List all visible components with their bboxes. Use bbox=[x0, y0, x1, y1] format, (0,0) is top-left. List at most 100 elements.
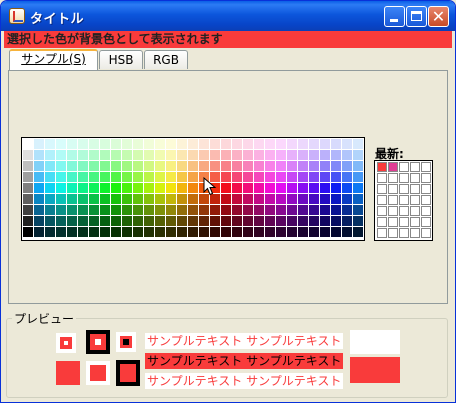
color-swatch[interactable] bbox=[34, 139, 45, 150]
color-swatch[interactable] bbox=[188, 172, 199, 183]
color-swatch[interactable] bbox=[45, 205, 56, 216]
color-swatch[interactable] bbox=[287, 150, 298, 161]
swatch-grid[interactable] bbox=[21, 137, 365, 241]
color-swatch[interactable] bbox=[232, 139, 243, 150]
color-swatch[interactable] bbox=[166, 216, 177, 227]
color-swatch[interactable] bbox=[67, 161, 78, 172]
color-swatch[interactable] bbox=[320, 194, 331, 205]
color-swatch[interactable] bbox=[254, 172, 265, 183]
color-swatch[interactable] bbox=[232, 161, 243, 172]
color-swatch[interactable] bbox=[67, 172, 78, 183]
color-swatch[interactable] bbox=[221, 227, 232, 238]
color-swatch[interactable] bbox=[265, 183, 276, 194]
color-swatch[interactable] bbox=[100, 172, 111, 183]
color-swatch[interactable] bbox=[221, 216, 232, 227]
color-swatch[interactable] bbox=[23, 139, 34, 150]
color-swatch[interactable] bbox=[56, 161, 67, 172]
color-swatch[interactable] bbox=[243, 161, 254, 172]
color-swatch[interactable] bbox=[155, 172, 166, 183]
color-swatch[interactable] bbox=[210, 150, 221, 161]
color-swatch[interactable] bbox=[276, 216, 287, 227]
color-swatch[interactable] bbox=[331, 161, 342, 172]
color-swatch[interactable] bbox=[78, 194, 89, 205]
color-swatch[interactable] bbox=[188, 227, 199, 238]
color-swatch[interactable] bbox=[353, 161, 364, 172]
color-swatch[interactable] bbox=[243, 172, 254, 183]
color-swatch[interactable] bbox=[177, 194, 188, 205]
color-swatch[interactable] bbox=[309, 227, 320, 238]
color-swatch[interactable] bbox=[166, 227, 177, 238]
color-swatch[interactable] bbox=[188, 150, 199, 161]
color-swatch[interactable] bbox=[188, 161, 199, 172]
color-swatch[interactable] bbox=[276, 150, 287, 161]
recent-swatch[interactable] bbox=[377, 195, 387, 205]
color-swatch[interactable] bbox=[23, 227, 34, 238]
color-swatch[interactable] bbox=[276, 205, 287, 216]
color-swatch[interactable] bbox=[144, 194, 155, 205]
close-button[interactable]: ✕ bbox=[428, 6, 449, 27]
color-swatch[interactable] bbox=[155, 161, 166, 172]
recent-swatch[interactable] bbox=[377, 162, 387, 172]
color-swatch[interactable] bbox=[210, 161, 221, 172]
color-swatch[interactable] bbox=[122, 227, 133, 238]
recent-swatch[interactable] bbox=[388, 228, 398, 238]
color-swatch[interactable] bbox=[155, 150, 166, 161]
color-swatch[interactable] bbox=[254, 205, 265, 216]
color-swatch[interactable] bbox=[331, 227, 342, 238]
recent-swatch[interactable] bbox=[410, 228, 420, 238]
color-swatch[interactable] bbox=[78, 205, 89, 216]
color-swatch[interactable] bbox=[23, 216, 34, 227]
color-swatch[interactable] bbox=[89, 216, 100, 227]
color-swatch[interactable] bbox=[45, 161, 56, 172]
color-swatch[interactable] bbox=[342, 139, 353, 150]
recent-swatch[interactable] bbox=[388, 184, 398, 194]
color-swatch[interactable] bbox=[331, 183, 342, 194]
color-swatch[interactable] bbox=[353, 205, 364, 216]
recent-swatch[interactable] bbox=[388, 173, 398, 183]
color-swatch[interactable] bbox=[111, 194, 122, 205]
color-swatch[interactable] bbox=[177, 172, 188, 183]
color-swatch[interactable] bbox=[45, 216, 56, 227]
color-swatch[interactable] bbox=[298, 194, 309, 205]
color-swatch[interactable] bbox=[254, 139, 265, 150]
color-swatch[interactable] bbox=[45, 150, 56, 161]
recent-swatch[interactable] bbox=[421, 162, 431, 172]
color-swatch[interactable] bbox=[287, 183, 298, 194]
title-bar[interactable]: タイトル ✕ bbox=[1, 1, 455, 31]
color-swatch[interactable] bbox=[122, 194, 133, 205]
color-swatch[interactable] bbox=[265, 216, 276, 227]
color-swatch[interactable] bbox=[144, 139, 155, 150]
color-swatch[interactable] bbox=[56, 216, 67, 227]
color-swatch[interactable] bbox=[353, 227, 364, 238]
color-swatch[interactable] bbox=[45, 183, 56, 194]
color-swatch[interactable] bbox=[133, 172, 144, 183]
color-swatch[interactable] bbox=[56, 139, 67, 150]
recent-swatch[interactable] bbox=[377, 173, 387, 183]
color-swatch[interactable] bbox=[133, 139, 144, 150]
color-swatch[interactable] bbox=[111, 205, 122, 216]
color-swatch[interactable] bbox=[89, 205, 100, 216]
color-swatch[interactable] bbox=[287, 172, 298, 183]
color-swatch[interactable] bbox=[188, 139, 199, 150]
color-swatch[interactable] bbox=[67, 205, 78, 216]
color-swatch[interactable] bbox=[298, 216, 309, 227]
color-swatch[interactable] bbox=[89, 139, 100, 150]
color-swatch[interactable] bbox=[78, 172, 89, 183]
color-swatch[interactable] bbox=[331, 139, 342, 150]
recent-swatch[interactable] bbox=[399, 206, 409, 216]
color-swatch[interactable] bbox=[177, 216, 188, 227]
color-swatch[interactable] bbox=[320, 216, 331, 227]
recent-swatch[interactable] bbox=[410, 206, 420, 216]
color-swatch[interactable] bbox=[243, 194, 254, 205]
color-swatch[interactable] bbox=[221, 172, 232, 183]
color-swatch[interactable] bbox=[265, 161, 276, 172]
recent-swatch[interactable] bbox=[421, 195, 431, 205]
color-swatch[interactable] bbox=[166, 183, 177, 194]
recent-swatch[interactable] bbox=[388, 206, 398, 216]
color-swatch[interactable] bbox=[298, 172, 309, 183]
minimize-button[interactable] bbox=[384, 6, 405, 27]
color-swatch[interactable] bbox=[243, 227, 254, 238]
recent-swatch[interactable] bbox=[421, 217, 431, 227]
color-swatch[interactable] bbox=[298, 205, 309, 216]
color-swatch[interactable] bbox=[34, 205, 45, 216]
